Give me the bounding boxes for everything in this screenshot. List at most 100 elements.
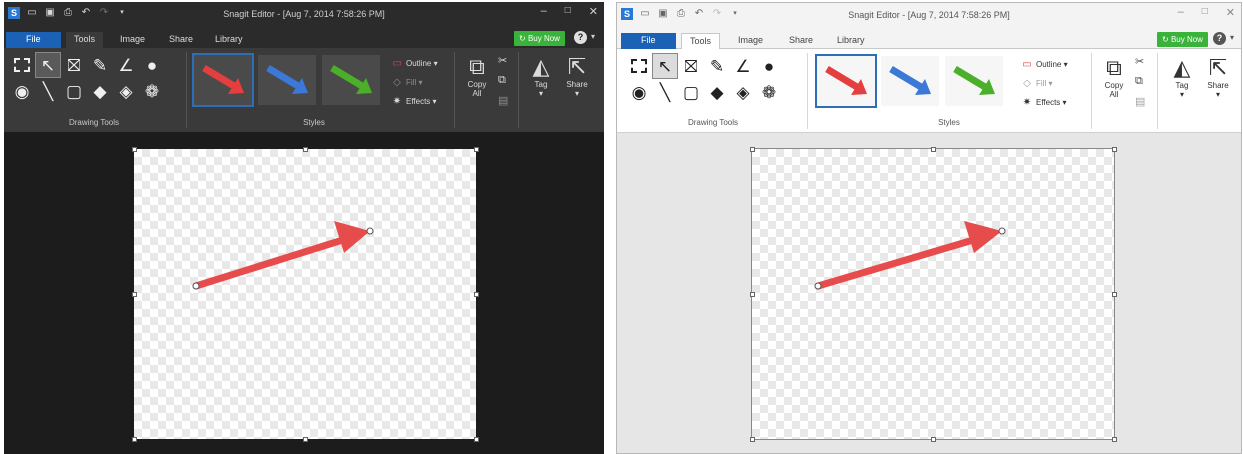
- fill-button[interactable]: ◇ Fill ▾: [391, 73, 438, 92]
- highlighter-tool[interactable]: ∠: [731, 54, 755, 78]
- tab-tools[interactable]: Tools: [66, 32, 104, 48]
- resize-handle[interactable]: [303, 437, 308, 442]
- close-button[interactable]: ✕: [1226, 6, 1235, 19]
- fill-button[interactable]: ◇ Fill ▾: [1021, 74, 1068, 93]
- resize-handle[interactable]: [750, 147, 755, 152]
- tab-library[interactable]: Library: [207, 32, 251, 48]
- paste-icon[interactable]: ⧉: [498, 74, 506, 87]
- red-arrow-style[interactable]: [192, 53, 254, 107]
- minimize-button[interactable]: –: [1178, 6, 1184, 19]
- resize-handle[interactable]: [750, 292, 755, 297]
- pen-tool[interactable]: ✎: [88, 53, 112, 77]
- step-tool[interactable]: ❁: [757, 80, 781, 104]
- image-canvas[interactable]: [134, 149, 476, 439]
- effects-button[interactable]: ✷ Effects ▾: [391, 92, 438, 111]
- resize-handle[interactable]: [474, 292, 479, 297]
- buy-now-button[interactable]: ↻ Buy Now: [1157, 32, 1208, 47]
- arrow-start-handle[interactable]: [814, 282, 822, 290]
- effects-button[interactable]: ✷ Effects ▾: [1021, 93, 1068, 112]
- share-button[interactable]: ⇱ Share ▾: [1201, 55, 1235, 99]
- fill-bucket-tool[interactable]: ◆: [88, 79, 112, 103]
- buy-now-button[interactable]: ↻ Buy Now: [514, 31, 565, 46]
- callout-tool[interactable]: ◉: [10, 79, 34, 103]
- resize-handle[interactable]: [931, 437, 936, 442]
- tag-button[interactable]: ◭ Tag ▾: [1165, 55, 1199, 99]
- share-button[interactable]: ⇱ Share ▾: [560, 54, 594, 98]
- outline-icon: ▭: [392, 58, 402, 69]
- resize-handle[interactable]: [1112, 147, 1117, 152]
- line-tool[interactable]: ╲: [653, 80, 677, 104]
- outline-label: Outline ▾: [406, 59, 438, 68]
- arrow-annotation[interactable]: [134, 149, 476, 439]
- maximize-button[interactable]: □: [1202, 6, 1208, 19]
- tab-tools[interactable]: Tools: [681, 33, 721, 50]
- clipboard-icon[interactable]: ▤: [1135, 95, 1145, 108]
- ribbon-separator: [518, 52, 519, 128]
- tab-library[interactable]: Library: [829, 33, 873, 49]
- eraser-tool[interactable]: ◈: [114, 79, 138, 103]
- cut-icon[interactable]: ✂: [498, 54, 507, 67]
- help-icon[interactable]: ?: [574, 31, 587, 44]
- title-bar: S ▭ ▣ ⎙ ↶ ↷ ▾ Snagit Editor - [Aug 7, 20…: [617, 3, 1241, 29]
- resize-handle[interactable]: [474, 147, 479, 152]
- shape-tool[interactable]: ▢: [679, 80, 703, 104]
- tag-button[interactable]: ◭ Tag ▾: [524, 54, 558, 98]
- copy-all-label-1: Copy: [1104, 81, 1124, 90]
- green-arrow-style[interactable]: [945, 56, 1003, 106]
- arrow-tool[interactable]: ↖: [35, 52, 61, 78]
- green-arrow-style[interactable]: [322, 55, 380, 105]
- outline-button[interactable]: ▭ Outline ▾: [1021, 55, 1067, 74]
- minimize-button[interactable]: –: [541, 5, 547, 18]
- arrow-tool[interactable]: ↖: [652, 53, 678, 79]
- close-button[interactable]: ✕: [589, 5, 598, 18]
- arrow-end-handle[interactable]: [998, 227, 1006, 235]
- pen-tool[interactable]: ✎: [705, 54, 729, 78]
- resize-handle[interactable]: [132, 292, 137, 297]
- tab-file[interactable]: File: [6, 32, 61, 48]
- blue-arrow-style[interactable]: [881, 56, 939, 106]
- resize-handle[interactable]: [132, 147, 137, 152]
- help-dropdown-icon[interactable]: ▾: [1230, 33, 1234, 42]
- resize-handle[interactable]: [1112, 437, 1117, 442]
- red-arrow-style[interactable]: [815, 54, 877, 108]
- resize-handle[interactable]: [931, 147, 936, 152]
- resize-handle[interactable]: [474, 437, 479, 442]
- selection-tool[interactable]: [10, 53, 34, 77]
- help-dropdown-icon[interactable]: ▾: [591, 32, 595, 41]
- tab-image[interactable]: Image: [730, 33, 771, 49]
- arrow-start-handle[interactable]: [192, 282, 200, 290]
- highlighter-tool[interactable]: ∠: [114, 53, 138, 77]
- cut-icon[interactable]: ✂: [1135, 55, 1144, 68]
- paste-icon[interactable]: ⧉: [1135, 75, 1143, 88]
- selection-tool[interactable]: [627, 54, 651, 78]
- help-icon[interactable]: ?: [1213, 32, 1226, 45]
- arrow-annotation[interactable]: [752, 149, 1114, 439]
- copy-all-button[interactable]: ⧉ Copy All: [1097, 55, 1131, 99]
- stamp-tool[interactable]: ⛝: [62, 53, 86, 77]
- tab-share[interactable]: Share: [781, 33, 821, 49]
- arrow-end-handle[interactable]: [366, 227, 374, 235]
- resize-handle[interactable]: [1112, 292, 1117, 297]
- stamp-tool[interactable]: ⛝: [679, 54, 703, 78]
- step-tool[interactable]: ❁: [140, 79, 164, 103]
- ribbon-separator: [1091, 53, 1092, 129]
- tab-share[interactable]: Share: [161, 32, 201, 48]
- eraser-tool[interactable]: ◈: [731, 80, 755, 104]
- clipboard-icon[interactable]: ▤: [498, 94, 508, 107]
- fill-tool[interactable]: ●: [140, 53, 164, 77]
- copy-all-button[interactable]: ⧉ Copy All: [460, 54, 494, 98]
- callout-tool[interactable]: ◉: [627, 80, 651, 104]
- resize-handle[interactable]: [132, 437, 137, 442]
- resize-handle[interactable]: [750, 437, 755, 442]
- blue-arrow-style[interactable]: [258, 55, 316, 105]
- line-tool[interactable]: ╲: [36, 79, 60, 103]
- outline-button[interactable]: ▭ Outline ▾: [391, 54, 438, 73]
- fill-bucket-tool[interactable]: ◆: [705, 80, 729, 104]
- resize-handle[interactable]: [303, 147, 308, 152]
- maximize-button[interactable]: □: [565, 5, 571, 18]
- tab-file[interactable]: File: [621, 33, 676, 49]
- shape-tool[interactable]: ▢: [62, 79, 86, 103]
- image-canvas[interactable]: [751, 148, 1115, 440]
- tab-image[interactable]: Image: [112, 32, 153, 48]
- fill-tool[interactable]: ●: [757, 54, 781, 78]
